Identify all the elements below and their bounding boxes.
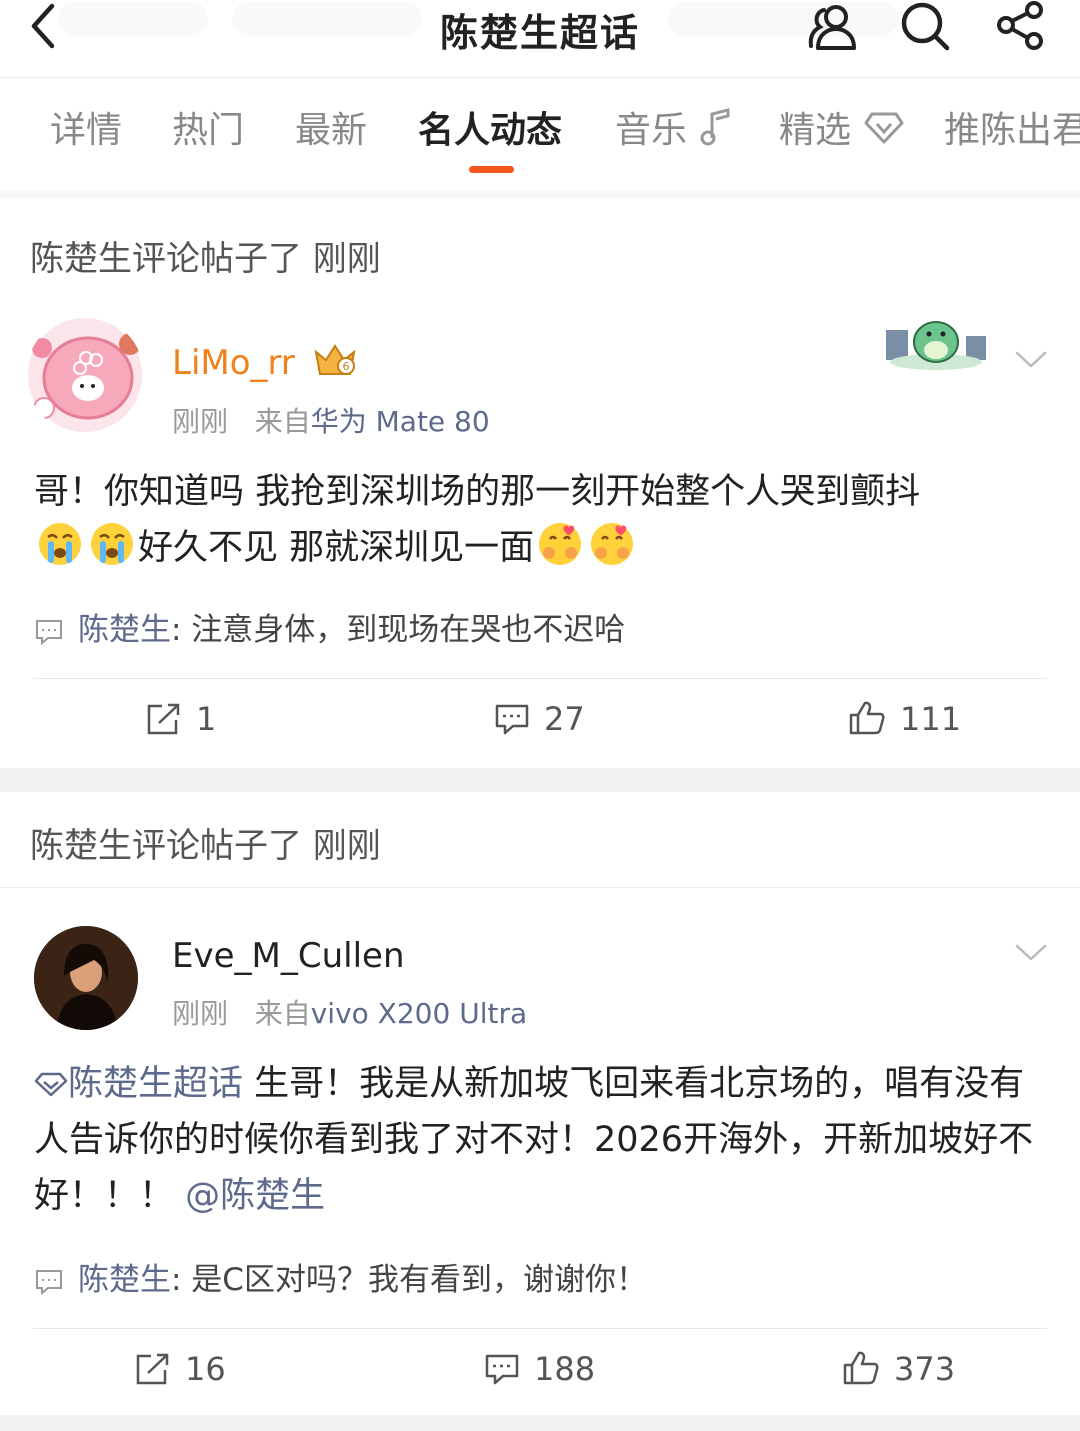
active-tab-indicator xyxy=(469,166,514,173)
comment-bubble-icon xyxy=(36,1270,62,1296)
post-text-line: 好久不见 那就深圳见一面 xyxy=(138,528,535,568)
chevron-down-icon[interactable] xyxy=(1014,943,1048,963)
thumbs-up-icon xyxy=(843,1351,879,1385)
top-bar: 陈楚生超话 xyxy=(0,0,1080,78)
section-header-label: 陈楚生评论帖子了 刚刚 xyxy=(30,239,381,279)
avatar[interactable] xyxy=(34,926,138,1030)
like-button[interactable]: 373 xyxy=(842,1350,955,1388)
mention-link[interactable]: @陈楚生 xyxy=(185,1176,325,1216)
comment-button[interactable]: 188 xyxy=(484,1350,595,1388)
search-icon[interactable] xyxy=(898,0,952,54)
repost-icon xyxy=(136,1353,169,1385)
card-gap xyxy=(0,1415,1080,1431)
vip-crown-badge-icon: 6 xyxy=(314,344,356,375)
reply-text: : 是C区对吗？我有看到，谢谢你！ xyxy=(171,1262,647,1298)
comment-count: 27 xyxy=(544,700,585,738)
post-card[interactable]: Eve_M_Cullen 刚刚 来自vivo X200 Ultra 陈楚生超话 … xyxy=(0,890,1080,1415)
reply-comment[interactable]: 陈楚生: 是C区对吗？我有看到，谢谢你！ xyxy=(34,1254,647,1299)
tab-music-label: 音乐 xyxy=(615,110,688,151)
hello-kitty-avatar-image xyxy=(28,318,142,432)
super-topic-diamond-icon xyxy=(34,1072,68,1097)
spacer xyxy=(0,190,1080,198)
post-time: 刚刚 xyxy=(172,997,229,1030)
comment-icon xyxy=(495,704,529,735)
hug-emoji-icon xyxy=(591,523,634,565)
crying-emoji-icon xyxy=(91,523,133,565)
tab-latest[interactable]: 最新 xyxy=(295,106,367,156)
post-text: 哥！你知道吗 我抢到深圳场的那一刻开始整个人哭到颤抖 好久不见 那就深圳见一面 xyxy=(34,464,1044,576)
device-name: 华为 Mate 80 xyxy=(310,405,490,438)
tab-hot[interactable]: 热门 xyxy=(172,106,244,156)
post-time: 刚刚 xyxy=(172,405,229,438)
like-count: 373 xyxy=(894,1350,956,1388)
reply-comment[interactable]: 陈楚生: 注意身体，到现场在哭也不迟哈 xyxy=(34,604,625,649)
post-meta: 刚刚 来自华为 Mate 80 xyxy=(172,400,490,440)
post-card[interactable]: LiMo_rr 6 刚刚 来自华为 Mate 80 哥！你知道吗 我抢到深圳场的… xyxy=(0,300,1080,768)
tab-tuichenchujun[interactable]: 推陈出君 xyxy=(944,106,1080,156)
username[interactable]: Eve_M_Cullen xyxy=(172,936,405,976)
chevron-down-icon[interactable] xyxy=(1014,350,1048,370)
tab-featured-label: 精选 xyxy=(779,110,852,151)
crying-emoji-icon xyxy=(39,523,81,565)
username[interactable]: LiMo_rr 6 xyxy=(172,342,358,383)
username-text: LiMo_rr xyxy=(172,343,295,383)
music-note-icon xyxy=(700,108,730,146)
avatar[interactable] xyxy=(26,316,144,434)
reply-text: : 注意身体，到现场在哭也不迟哈 xyxy=(171,612,626,648)
repost-count: 1 xyxy=(196,700,217,738)
reply-author[interactable]: 陈楚生 xyxy=(78,1262,171,1298)
reply-author[interactable]: 陈楚生 xyxy=(78,612,171,648)
post-meta: 刚刚 来自vivo X200 Ultra xyxy=(172,992,527,1032)
comment-bubble-icon xyxy=(36,620,62,646)
diamond-icon xyxy=(864,112,904,144)
from-prefix: 来自 xyxy=(254,997,311,1030)
tab-celebrity-updates[interactable]: 名人动态 xyxy=(418,106,562,156)
comment-icon xyxy=(485,1354,519,1385)
like-button[interactable]: 111 xyxy=(848,700,961,738)
post-text: 陈楚生超话 生哥！我是从新加坡飞回来看北京场的，唱有没有人告诉你的时候你看到我了… xyxy=(34,1056,1044,1224)
divider xyxy=(33,1328,1047,1329)
divider xyxy=(33,678,1047,679)
tab-featured[interactable]: 精选 xyxy=(779,106,904,156)
section-header: 陈楚生评论帖子了 刚刚 xyxy=(0,205,1080,301)
repost-button[interactable]: 1 xyxy=(146,700,216,738)
section-header-label: 陈楚生评论帖子了 刚刚 xyxy=(30,826,381,866)
like-count: 111 xyxy=(900,700,962,738)
hug-emoji-icon xyxy=(539,523,582,565)
share-icon[interactable] xyxy=(994,0,1048,54)
card-gap xyxy=(0,768,1080,792)
super-topic-link[interactable]: 陈楚生超话 xyxy=(34,1064,243,1104)
section-header: 陈楚生评论帖子了 刚刚 xyxy=(0,792,1080,888)
tab-music[interactable]: 音乐 xyxy=(615,106,734,156)
from-prefix: 来自 xyxy=(254,405,311,438)
repost-icon xyxy=(147,703,180,735)
comment-button[interactable]: 27 xyxy=(494,700,585,738)
tab-bar: 详情 热门 最新 名人动态 音乐 精选 推陈出君 xyxy=(0,80,1080,190)
dinosaur-sticker-image xyxy=(886,321,986,370)
followers-icon[interactable] xyxy=(806,0,860,54)
svg-text:6: 6 xyxy=(342,360,349,373)
comment-count: 188 xyxy=(534,1350,596,1388)
device-name: vivo X200 Ultra xyxy=(310,997,528,1030)
repost-count: 16 xyxy=(185,1350,226,1388)
thumbs-up-icon xyxy=(849,701,885,735)
portrait-avatar-image xyxy=(34,926,138,1030)
post-text-line: 哥！你知道吗 我抢到深圳场的那一刻开始整个人哭到颤抖 xyxy=(34,472,921,512)
repost-button[interactable]: 16 xyxy=(135,1350,226,1388)
super-topic-link-label: 陈楚生超话 xyxy=(68,1064,244,1104)
tab-details[interactable]: 详情 xyxy=(50,106,122,156)
